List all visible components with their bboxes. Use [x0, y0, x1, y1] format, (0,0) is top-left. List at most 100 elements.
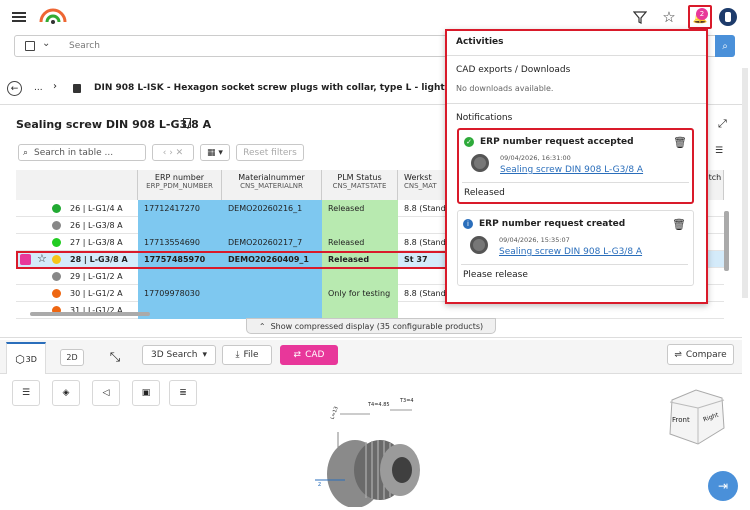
cell-material: DEMO20260409_1 — [222, 251, 322, 268]
menu-icon[interactable] — [10, 9, 28, 25]
status-dot — [52, 221, 61, 230]
notification-link[interactable]: Sealing screw DIN 908 L-G3/8 A — [499, 247, 642, 257]
notification-link[interactable]: Sealing screw DIN 908 L-G3/8 A — [500, 165, 643, 175]
notification-badge: 2 — [696, 8, 708, 20]
divider — [0, 337, 742, 338]
filter-icon[interactable] — [632, 9, 648, 25]
cell-material — [222, 302, 322, 319]
compare-label: Compare — [685, 349, 727, 360]
page-scrollbar[interactable] — [742, 68, 748, 298]
table-scrollbar[interactable] — [30, 312, 150, 316]
popup-scrollbar[interactable] — [724, 211, 729, 271]
expand-icon[interactable]: ⤢ — [718, 117, 727, 131]
shading-icon[interactable]: ◈ — [52, 380, 80, 406]
column-title: Werkst — [404, 173, 432, 182]
table-nav-buttons[interactable]: ‹ › ✕ — [152, 144, 194, 161]
table-row[interactable]: 31 | L-G1/2 A — [16, 302, 724, 319]
notification-card[interactable]: ✓ ERP number request accepted 🗑 09/04/20… — [457, 128, 694, 204]
layers-icon[interactable]: ≣ — [169, 380, 197, 406]
status-dot — [52, 255, 61, 264]
cad-icon[interactable] — [20, 254, 31, 265]
cell-werkst — [398, 302, 448, 319]
cell-plm: Released — [322, 200, 398, 217]
chevron-down-icon[interactable]: ⌄ — [42, 38, 50, 49]
row-name: 26 | L-G1/4 A — [70, 204, 123, 213]
dimension-label: T4=4.85 — [368, 402, 390, 408]
collapse-fab[interactable]: ⇥ — [708, 471, 738, 501]
cad-label: CAD — [305, 350, 325, 360]
column-header-erp[interactable]: ERP number ERP_PDM_NUMBER — [138, 170, 222, 200]
column-header-plm[interactable]: PLM Status CNS_MATSTATE — [322, 170, 398, 200]
cell-erp: 17713554690 — [138, 234, 222, 251]
trash-icon[interactable]: 🗑 — [673, 135, 687, 149]
notification-date: 09/04/2026, 16:31:00 — [500, 154, 571, 162]
chevron-right-icon: › — [53, 81, 57, 92]
search-input[interactable]: Search — [69, 41, 100, 51]
file-button[interactable]: ⤓ File — [222, 345, 272, 365]
row-name: 30 | L-G1/2 A — [70, 289, 123, 298]
cell-plm: Released — [322, 234, 398, 251]
cell-plm: Released — [322, 251, 398, 268]
view-cube[interactable]: Front Right — [662, 388, 730, 446]
tab-3d[interactable]: ⬡ 3D — [6, 342, 46, 374]
cell-material: DEMO20260216_1 — [222, 200, 322, 217]
back-icon[interactable]: ← — [7, 81, 22, 96]
notification-card[interactable]: i ERP number request created 🗑 09/04/202… — [457, 210, 694, 286]
tab-2d[interactable]: 2D — [60, 349, 84, 366]
compressed-display-label: Show compressed display (35 configurable… — [270, 321, 484, 331]
activities-popup: Activities CAD exports / Downloads No do… — [445, 29, 729, 304]
panel-title: Sealing screw DIN 908 L-G3/8 A — [16, 118, 212, 131]
3d-model[interactable]: z T4=4.85 T3=4 L=13 — [300, 392, 450, 508]
divider — [447, 103, 706, 104]
column-sub: ERP_PDM_NUMBER — [146, 182, 213, 190]
cell-werkst — [398, 217, 448, 234]
column-header-material[interactable]: Materialnummer CNS_MATERIALNR — [222, 170, 322, 200]
row-name: 28 | L-G3/8 A — [70, 255, 128, 264]
document-icon[interactable] — [25, 41, 35, 51]
list-view-icon[interactable]: ☰ — [715, 146, 723, 156]
row-name: 27 | L-G3/8 A — [70, 238, 123, 247]
reset-filters-button[interactable]: Reset filters — [236, 144, 304, 161]
cell-material — [222, 285, 322, 302]
column-title: ERP number — [154, 173, 205, 182]
notification-title: ERP number request created — [479, 219, 626, 229]
copy-icon[interactable] — [183, 118, 191, 128]
cell-werkst — [398, 268, 448, 285]
divider — [461, 264, 688, 265]
column-title: Materialnummer — [238, 173, 305, 182]
3d-search-button[interactable]: 3D Search ▾ — [142, 345, 216, 365]
box-icon[interactable]: ▣ — [132, 380, 160, 406]
cad-button[interactable]: ⇄ CAD — [280, 345, 338, 365]
column-sub: CNS_MAT — [404, 182, 437, 190]
compare-button[interactable]: ⇌ Compare — [667, 344, 734, 365]
cell-erp — [138, 302, 222, 319]
file-label: File — [243, 350, 259, 360]
compressed-display-toggle[interactable]: ⌃ Show compressed display (35 configurab… — [246, 318, 496, 334]
cell-erp: 17709978030 — [138, 285, 222, 302]
notifications-button[interactable]: 🔔 2 — [688, 5, 712, 29]
cell-erp: 17757485970 — [138, 251, 222, 268]
cell-plm: Only for testing — [322, 285, 398, 302]
cad-icon: ⇄ — [293, 350, 302, 360]
status-dot — [52, 272, 61, 281]
column-header-werkst[interactable]: Werkst CNS_MAT — [398, 170, 446, 200]
divider — [447, 55, 706, 56]
svg-text:z: z — [318, 481, 321, 488]
table-search-input[interactable]: ⌕ Search in table ... — [18, 144, 146, 161]
table-search-placeholder: Search in table ... — [34, 147, 114, 158]
search-icon[interactable]: ⌕ — [715, 35, 735, 57]
column-chooser-button[interactable]: ▦ ▾ — [200, 144, 230, 161]
list-icon[interactable]: ☰ — [12, 380, 40, 406]
avatar[interactable] — [719, 8, 737, 26]
section-icon[interactable]: ◁ — [92, 380, 120, 406]
cell-erp: 17712417270 — [138, 200, 222, 217]
part-thumbnail — [470, 236, 488, 254]
breadcrumb-ellipsis[interactable]: ... — [34, 83, 43, 93]
measure-icon[interactable]: ⤡ — [104, 346, 126, 368]
star-icon[interactable]: ☆ — [37, 252, 47, 265]
info-icon: i — [463, 219, 473, 229]
cell-material — [222, 268, 322, 285]
trash-icon[interactable]: 🗑 — [672, 217, 686, 231]
star-icon[interactable]: ☆ — [660, 8, 678, 26]
column-sub: CNS_MATSTATE — [332, 182, 387, 190]
